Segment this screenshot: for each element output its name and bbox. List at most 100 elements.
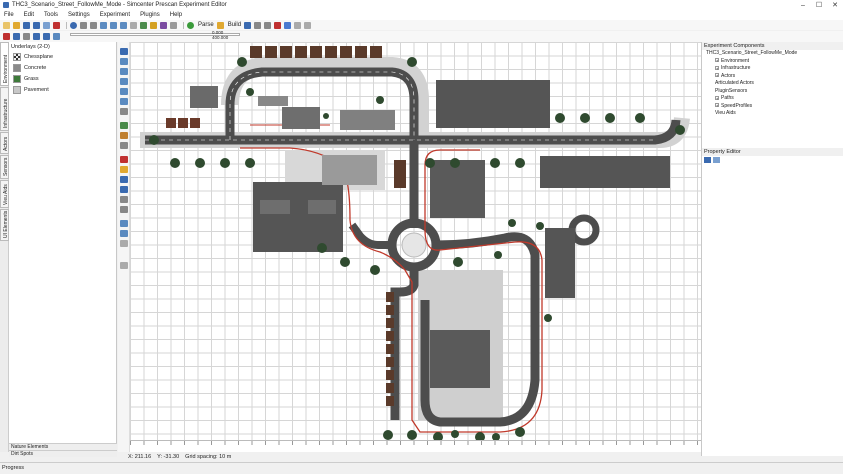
record-icon[interactable] [3, 33, 10, 40]
expand-icon[interactable]: + [715, 73, 719, 78]
tab-infrastructure[interactable]: Infrastructure [0, 87, 9, 131]
regenerate-icon[interactable] [244, 21, 252, 29]
tree-node[interactable]: Articulated Actors [704, 80, 843, 88]
tree-node[interactable]: + Paths [704, 95, 843, 103]
tree-node[interactable]: PluginSensors [704, 88, 843, 96]
build-button[interactable]: Build [228, 22, 241, 28]
open-icon[interactable] [13, 21, 20, 29]
menu-tools[interactable]: Tools [44, 12, 58, 18]
help-icon[interactable] [70, 21, 77, 29]
menu-file[interactable]: File [4, 12, 14, 18]
compile-icon[interactable] [264, 21, 272, 29]
roof-row-west [166, 118, 200, 128]
grid-toggle-icon[interactable] [120, 230, 128, 237]
tree-node[interactable]: + Environment [704, 58, 843, 66]
tab-sensors[interactable]: Sensors [0, 155, 9, 179]
paste-icon[interactable] [120, 21, 127, 29]
camera-icon[interactable] [160, 21, 167, 29]
close-icon[interactable]: ✕ [827, 0, 843, 10]
underlay-item-pavement[interactable]: Pavement [9, 84, 116, 95]
simulink-icon[interactable] [254, 21, 262, 29]
edit-tool-strip [118, 42, 130, 452]
underlays-header[interactable]: Underlays (2-D) [9, 42, 116, 51]
tab-actors[interactable]: Actors [0, 132, 9, 154]
alphabetical-icon[interactable] [713, 157, 720, 163]
menu-help[interactable]: Help [170, 12, 182, 18]
zoom-fit-icon[interactable] [120, 78, 128, 85]
copy-icon[interactable] [110, 21, 117, 29]
distribute-icon[interactable] [120, 186, 128, 193]
map-canvas[interactable] [130, 42, 701, 440]
toolbar-separator [183, 21, 184, 29]
ungroup-icon[interactable] [120, 206, 128, 213]
tree-node[interactable]: Vieu Aids [704, 110, 843, 118]
parse-icon[interactable] [187, 21, 194, 29]
group-icon[interactable] [120, 196, 128, 203]
refresh-icon[interactable] [23, 33, 30, 40]
vertical-ruler [130, 42, 142, 440]
viewer-icon[interactable] [284, 21, 292, 29]
expand-icon[interactable]: + [715, 95, 719, 100]
layer-icon[interactable] [120, 240, 128, 247]
nature-elements-header[interactable]: Nature Elements [9, 443, 117, 450]
road-tool-icon[interactable] [120, 122, 128, 129]
minimize-icon[interactable]: – [795, 0, 811, 10]
undo-icon[interactable] [80, 21, 87, 29]
tree-node[interactable]: THC3_Scenario_Street_FollowMe_Mode [704, 50, 843, 58]
underlay-item-grass[interactable]: Grass [9, 73, 116, 84]
chessplane-icon [13, 52, 21, 61]
pin-icon[interactable] [53, 33, 60, 40]
zoom-in-icon[interactable] [120, 58, 128, 65]
tab-ui-elements[interactable]: UI Elements [0, 209, 9, 241]
step-icon[interactable] [43, 33, 50, 40]
save-all-icon[interactable] [33, 21, 40, 29]
expand-icon[interactable]: + [715, 103, 719, 108]
tool-icon[interactable] [294, 21, 302, 29]
underlay-item-chessplane[interactable]: Chessplane [9, 51, 116, 62]
save-icon[interactable] [23, 21, 30, 29]
align-icon[interactable] [120, 176, 128, 183]
cut-icon[interactable] [100, 21, 107, 29]
path-tool-icon[interactable] [120, 132, 128, 139]
view-icon[interactable] [140, 21, 147, 29]
menu-experiment[interactable]: Experiment [100, 12, 130, 18]
tree-node[interactable]: + SpeedProfiles [704, 103, 843, 111]
stop-icon[interactable] [274, 21, 282, 29]
monitor-icon[interactable] [13, 33, 20, 40]
parse-button[interactable]: Parse [198, 22, 214, 28]
dirt-spots-header[interactable]: Dirt Spots [9, 450, 117, 457]
underlay-item-concrete[interactable]: Concrete [9, 62, 116, 73]
rotate-icon[interactable] [120, 98, 128, 105]
menu-edit[interactable]: Edit [24, 12, 34, 18]
lock-icon[interactable] [120, 262, 128, 269]
speed-profile-icon[interactable] [120, 166, 128, 173]
properties-icon[interactable] [130, 21, 137, 29]
tab-view-aids[interactable]: Vieu Aids [0, 180, 9, 208]
tab-environment[interactable]: Environment [0, 42, 9, 86]
layers-icon[interactable] [150, 21, 157, 29]
measure-icon[interactable] [120, 108, 128, 115]
redo-icon[interactable] [90, 21, 97, 29]
play-icon[interactable] [33, 33, 40, 40]
expand-icon[interactable]: + [715, 65, 719, 70]
road-south [390, 268, 419, 420]
zoom-out-icon[interactable] [120, 68, 128, 75]
categorized-icon[interactable] [704, 157, 711, 163]
trajectory-icon[interactable] [120, 156, 128, 163]
tree-node[interactable]: + Infrastructure [704, 65, 843, 73]
settings-icon[interactable] [170, 21, 177, 29]
snap-icon[interactable] [120, 220, 128, 227]
pencil-icon[interactable] [304, 21, 312, 29]
pan-icon[interactable] [120, 88, 128, 95]
maximize-icon[interactable]: ☐ [811, 0, 827, 10]
build-icon[interactable] [216, 21, 224, 29]
menu-settings[interactable]: Settings [68, 12, 90, 18]
menu-plugins[interactable]: Plugins [140, 12, 160, 18]
bezier-tool-icon[interactable] [120, 142, 128, 149]
import-icon[interactable] [43, 21, 50, 29]
delete-icon[interactable] [53, 21, 60, 29]
select-tool-icon[interactable] [120, 48, 128, 55]
new-icon[interactable] [3, 21, 10, 29]
expand-icon[interactable]: + [715, 58, 719, 63]
tree-node[interactable]: + Actors [704, 73, 843, 81]
